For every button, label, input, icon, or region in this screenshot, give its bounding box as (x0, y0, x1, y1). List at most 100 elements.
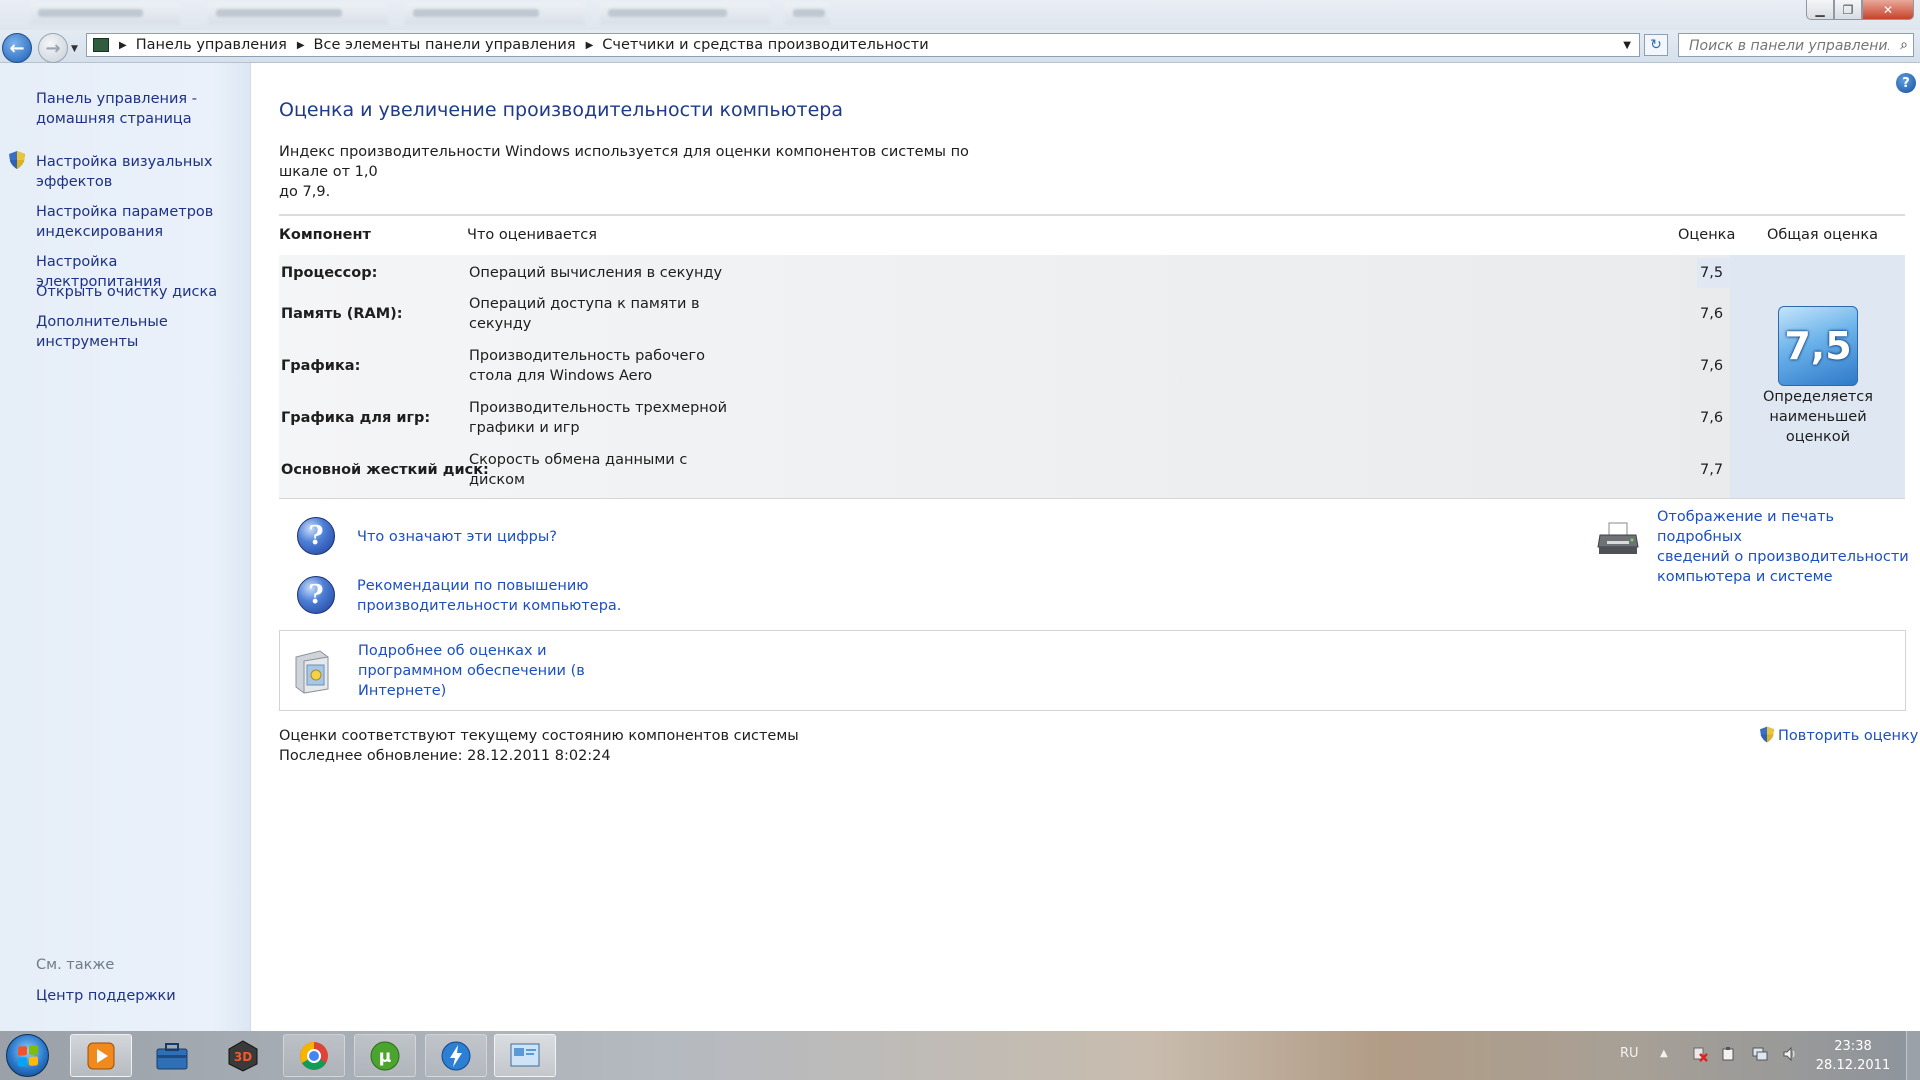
print-details-link[interactable]: Отображение и печать подробных сведений … (1657, 507, 1920, 587)
status-line: Оценки соответствуют текущему состоянию … (279, 728, 799, 744)
taskbar-control-panel[interactable] (494, 1034, 556, 1077)
lightning-icon (441, 1041, 471, 1070)
sidebar-item-indexing[interactable]: Настройка параметров индексирования (36, 202, 236, 242)
link-line: сведений о производительности (1657, 549, 1909, 565)
uac-shield-icon (1760, 726, 1774, 743)
sidebar-item-visual-effects[interactable]: Настройка визуальных эффектов (36, 152, 236, 192)
breadcrumb-all-items[interactable]: Все элементы панели управления (314, 37, 576, 53)
breadcrumb-performance[interactable]: Счетчики и средства производительности (602, 37, 928, 53)
show-desktop-button[interactable] (1906, 1031, 1920, 1080)
intro-line: до 7,9. (279, 184, 331, 200)
link-line: Подробнее об оценках и (358, 643, 547, 659)
row-gaming-graphics-score: 7,6 (1700, 410, 1724, 426)
column-header-score: Оценка (1678, 227, 1736, 243)
browser-tab-blurred (600, 3, 770, 25)
recent-pages-dropdown[interactable]: ▼ (71, 44, 78, 54)
language-indicator[interactable]: RU (1620, 1046, 1639, 1061)
windows-logo-icon (17, 1044, 38, 1067)
help-icon[interactable]: ? (1896, 73, 1916, 93)
row-memory-what: Операций доступа к памяти в секунду (469, 294, 729, 334)
minimize-button[interactable]: ▁ (1806, 0, 1834, 20)
search-box[interactable]: ⌕ (1678, 33, 1914, 57)
breadcrumb-control-panel[interactable]: Панель управления (136, 37, 287, 53)
address-bar[interactable]: ▶ Панель управления ▶ Все элементы панел… (86, 33, 1640, 57)
link-line: производительности компьютера. (357, 598, 622, 614)
taskbar-3d-app[interactable]: 3D (212, 1034, 274, 1077)
sidebar-item-advanced-tools[interactable]: Дополнительные инструменты (36, 312, 236, 352)
show-hidden-icons-button[interactable]: ▲ (1660, 1048, 1668, 1059)
navigation-bar: ← → ▼ ▶ Панель управления ▶ Все элементы… (0, 30, 1920, 63)
browser-tab-blurred (208, 3, 388, 25)
browser-tab-blurred (30, 3, 180, 25)
system-clock[interactable]: 23:38 28.12.2011 (1808, 1037, 1898, 1075)
clock-date: 28.12.2011 (1815, 1058, 1891, 1073)
row-memory-score: 7,6 (1700, 306, 1724, 322)
rerun-assessment-link[interactable]: Повторить оценку (1778, 726, 1918, 746)
column-header-component: Компонент (279, 227, 371, 243)
sidebar-item-home[interactable]: Панель управления - домашняя страница (36, 89, 236, 129)
refresh-button[interactable]: ↻ (1644, 34, 1668, 56)
row-graphics-score: 7,6 (1700, 358, 1724, 374)
row-disk-what: Скорость обмена данными с диском (469, 450, 729, 490)
network-icon[interactable] (1752, 1046, 1768, 1062)
breadcrumb-chevron-icon[interactable]: ▶ (586, 40, 594, 51)
toolbox-icon (156, 1042, 188, 1069)
row-disk-score: 7,7 (1700, 462, 1724, 478)
sidebar-item-support-center[interactable]: Центр поддержки (36, 988, 176, 1004)
row-processor-score: 7,5 (1700, 265, 1724, 281)
row-graphics-what-line: Производительность рабочего (469, 348, 705, 364)
what-numbers-mean-link[interactable]: Что означают эти цифры? (357, 527, 557, 547)
maximize-button[interactable]: ❐ (1834, 0, 1862, 20)
back-button[interactable]: ← (2, 33, 32, 63)
link-line: компьютера и системе (1657, 569, 1833, 585)
sidebar-item-label: домашняя страница (36, 111, 192, 127)
row-gaming-graphics-what-line: графики и игр (469, 420, 580, 436)
performance-tips-link[interactable]: Рекомендации по повышению производительн… (357, 576, 621, 616)
action-center-icon[interactable] (1692, 1046, 1708, 1062)
row-processor-name: Процессор: (281, 265, 378, 281)
taskbar-launcher[interactable] (425, 1034, 487, 1077)
row-gaming-graphics-what-line: Производительность трехмерной (469, 400, 728, 416)
sidebar-item-label: индексирования (36, 224, 164, 240)
row-disk-name: Основной жесткий диск: (281, 462, 489, 478)
row-graphics-name: Графика: (281, 358, 361, 374)
caption-line: Определяется (1762, 389, 1874, 405)
svg-text:3D: 3D (234, 1050, 252, 1064)
sidebar-item-label: инструменты (36, 334, 139, 350)
breadcrumb-chevron-icon[interactable]: ▶ (297, 40, 305, 51)
taskbar-media-player[interactable] (70, 1034, 132, 1077)
column-header-overall: Общая оценка (1767, 227, 1879, 243)
caption-line: оценкой (1785, 429, 1851, 445)
sidebar-item-label: Настройка параметров (36, 204, 214, 220)
row-graphics-what: Производительность рабочего стола для Wi… (469, 346, 729, 386)
safely-remove-hardware-icon[interactable] (1720, 1046, 1736, 1062)
chrome-icon (300, 1041, 328, 1070)
row-disk-what-line: диском (469, 472, 525, 488)
sidebar-item-disk-cleanup[interactable]: Открыть очистку диска (36, 282, 236, 302)
window-controls: ▁ ❐ ✕ (1806, 0, 1914, 20)
intro-text: Индекс производительности Windows исполь… (279, 142, 1019, 202)
help-question-icon: ? (297, 576, 335, 614)
search-input[interactable] (1687, 35, 1891, 57)
forward-button[interactable]: → (38, 33, 68, 63)
taskbar-chrome[interactable] (283, 1034, 345, 1077)
column-header-what: Что оценивается (467, 227, 597, 243)
window-title-bar: ▁ ❐ ✕ (0, 0, 1920, 30)
arrow-left-icon: ← (9, 37, 25, 59)
printer-icon (1597, 522, 1639, 554)
taskbar-toolbox[interactable] (141, 1034, 203, 1077)
learn-more-online-link[interactable]: Подробнее об оценках и программном обесп… (358, 641, 585, 701)
address-dropdown-icon[interactable]: ▼ (1623, 40, 1631, 51)
start-button[interactable] (6, 1034, 49, 1077)
volume-icon[interactable] (1782, 1046, 1798, 1062)
arrow-right-icon: → (45, 37, 61, 59)
taskbar-utorrent[interactable]: µ (354, 1034, 416, 1077)
software-box-icon (295, 650, 329, 694)
control-panel-window-icon (510, 1043, 540, 1066)
search-icon[interactable]: ⌕ (1900, 37, 1908, 53)
link-line: Рекомендации по повышению (357, 578, 589, 594)
breadcrumb-chevron-icon[interactable]: ▶ (119, 40, 127, 51)
utorrent-icon: µ (370, 1041, 400, 1070)
uac-shield-icon (9, 151, 25, 169)
close-button[interactable]: ✕ (1862, 0, 1914, 20)
